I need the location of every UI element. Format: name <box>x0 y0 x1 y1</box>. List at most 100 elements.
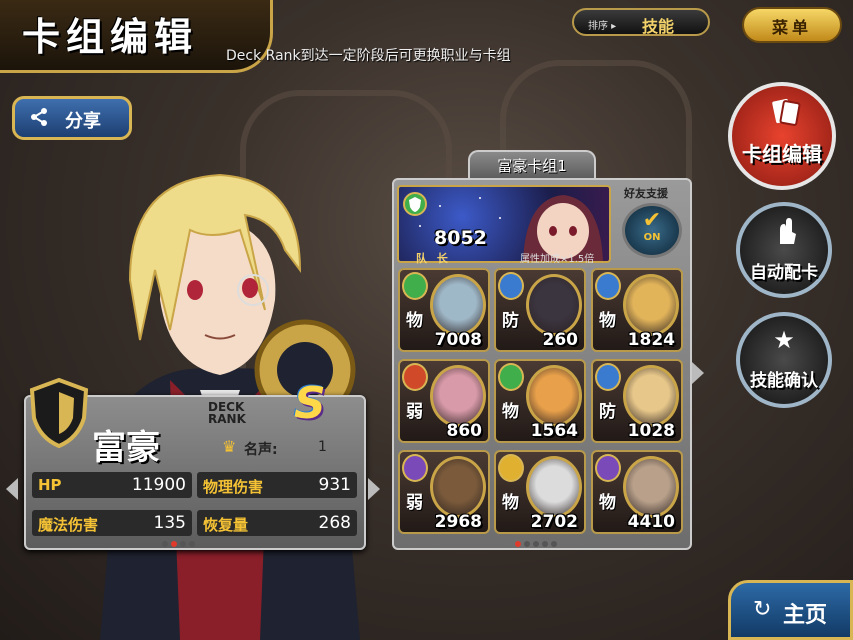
sort-button[interactable]: 排序 ▸ 技能 <box>572 8 710 36</box>
card-portrait <box>430 456 486 518</box>
card-element-icon <box>498 363 524 391</box>
stat-value: 268 <box>318 513 351 533</box>
page-dot <box>551 541 557 547</box>
deck-card[interactable]: 物 4410 <box>591 450 683 534</box>
stat-value: 11900 <box>131 475 186 495</box>
card-portrait <box>526 365 582 427</box>
deck-rank-label: DECK RANK <box>208 400 246 426</box>
card-element-icon <box>595 272 621 300</box>
page-dot <box>533 541 539 547</box>
deck-card[interactable]: 防 260 <box>494 268 586 352</box>
stat-hp: HP 11900 <box>32 472 192 498</box>
check-icon: ✔ <box>642 208 662 233</box>
auto-assign-label: 自动配卡 <box>750 263 818 283</box>
deck-next-arrow[interactable] <box>692 362 704 384</box>
card-attribute: 物 <box>599 493 616 513</box>
leader-element-icon <box>403 192 427 216</box>
card-power: 260 <box>542 330 579 350</box>
deck-card[interactable]: 物 1564 <box>494 359 586 443</box>
card-element-icon <box>595 454 621 482</box>
leader-tag: 队 长 <box>416 252 451 265</box>
menu-label: 菜单 <box>771 18 812 37</box>
deck-card[interactable]: 弱 860 <box>398 359 490 443</box>
stat-value: 931 <box>318 475 351 495</box>
card-element-icon <box>402 454 428 482</box>
stat-label: 魔法伤害 <box>38 516 99 534</box>
job-name: 富豪 <box>92 428 160 468</box>
tap-hand-icon <box>780 218 796 244</box>
card-portrait <box>526 456 582 518</box>
stat-physical-damage: 物理伤害 931 <box>197 472 357 498</box>
page-dot <box>189 541 195 547</box>
card-element-icon <box>595 363 621 391</box>
card-power: 1028 <box>627 421 675 441</box>
card-attribute: 物 <box>599 311 616 331</box>
card-element-icon <box>498 454 524 482</box>
job-shield-icon <box>29 378 89 448</box>
job-page-dots <box>162 541 195 547</box>
card-portrait <box>623 365 679 427</box>
deck-card[interactable]: 物 2702 <box>494 450 586 534</box>
sort-label: 排序 ▸ <box>588 21 617 32</box>
card-portrait <box>623 456 679 518</box>
card-power: 2968 <box>434 512 482 532</box>
sort-value: 技能 <box>642 17 675 36</box>
card-power: 2702 <box>530 512 578 532</box>
fame-value: 1 <box>318 439 327 455</box>
card-portrait <box>526 274 582 336</box>
stat-magic-damage: 魔法伤害 135 <box>32 510 192 536</box>
card-element-icon <box>498 272 524 300</box>
card-power: 4410 <box>627 512 675 532</box>
skill-check-button[interactable]: ★ 技能确认 <box>736 312 832 408</box>
share-icon <box>29 107 49 132</box>
job-next-arrow[interactable] <box>368 478 380 500</box>
stat-label: HP <box>38 476 62 494</box>
card-attribute: 物 <box>406 311 423 331</box>
home-button[interactable]: ↻ 主页 <box>728 580 853 640</box>
friend-support-toggle[interactable]: ✔ ON <box>622 203 682 258</box>
stat-label: 恢复量 <box>203 516 249 534</box>
crown-icon: ♛ <box>222 437 237 456</box>
return-icon: ↻ <box>753 597 772 622</box>
star-icon: ★ <box>773 326 795 354</box>
page-dot <box>524 541 530 547</box>
card-attribute: 防 <box>599 402 616 422</box>
deck-rank-hint: Deck Rank到达一定阶段后可更换职业与卡组 <box>226 48 511 64</box>
page-dot <box>180 541 186 547</box>
home-label: 主页 <box>783 603 828 628</box>
card-power: 1824 <box>627 330 675 350</box>
page-title: 卡组编辑 <box>22 15 199 59</box>
share-button[interactable]: 分享 <box>12 96 132 140</box>
deck-page-dots <box>515 541 557 547</box>
card-attribute: 物 <box>502 402 519 422</box>
job-prev-arrow[interactable] <box>6 478 18 500</box>
card-attribute: 防 <box>502 311 519 331</box>
page-dot <box>515 541 521 547</box>
share-label: 分享 <box>65 111 101 132</box>
card-power: 7008 <box>434 330 482 350</box>
friend-support-label: 好友支援 <box>624 187 668 200</box>
card-attribute: 弱 <box>406 402 423 422</box>
deck-name: 富豪卡组1 <box>497 157 567 175</box>
card-attribute: 弱 <box>406 493 423 513</box>
auto-assign-button[interactable]: 自动配卡 <box>736 202 832 298</box>
card-element-icon <box>402 272 428 300</box>
cards-icon <box>772 98 801 126</box>
deck-edit-label: 卡组编辑 <box>742 142 822 166</box>
stat-label: 物理伤害 <box>203 478 264 496</box>
card-portrait <box>623 274 679 336</box>
deck-card[interactable]: 防 1028 <box>591 359 683 443</box>
card-attribute: 物 <box>502 493 519 513</box>
stat-recovery: 恢复量 268 <box>197 510 357 536</box>
menu-button[interactable]: 菜单 <box>742 7 842 43</box>
friend-support-status: ON <box>643 232 661 243</box>
deck-card[interactable]: 弱 2968 <box>398 450 490 534</box>
leader-bonus: 属性加成×1.5倍 <box>520 254 595 265</box>
stat-value: 135 <box>153 513 186 533</box>
deck-card[interactable]: 物 1824 <box>591 268 683 352</box>
leader-power: 8052 <box>434 227 487 249</box>
page-dot <box>162 541 168 547</box>
deck-card[interactable]: 物 7008 <box>398 268 490 352</box>
card-power: 1564 <box>530 421 578 441</box>
deck-edit-button[interactable]: 卡组编辑 <box>728 82 836 190</box>
